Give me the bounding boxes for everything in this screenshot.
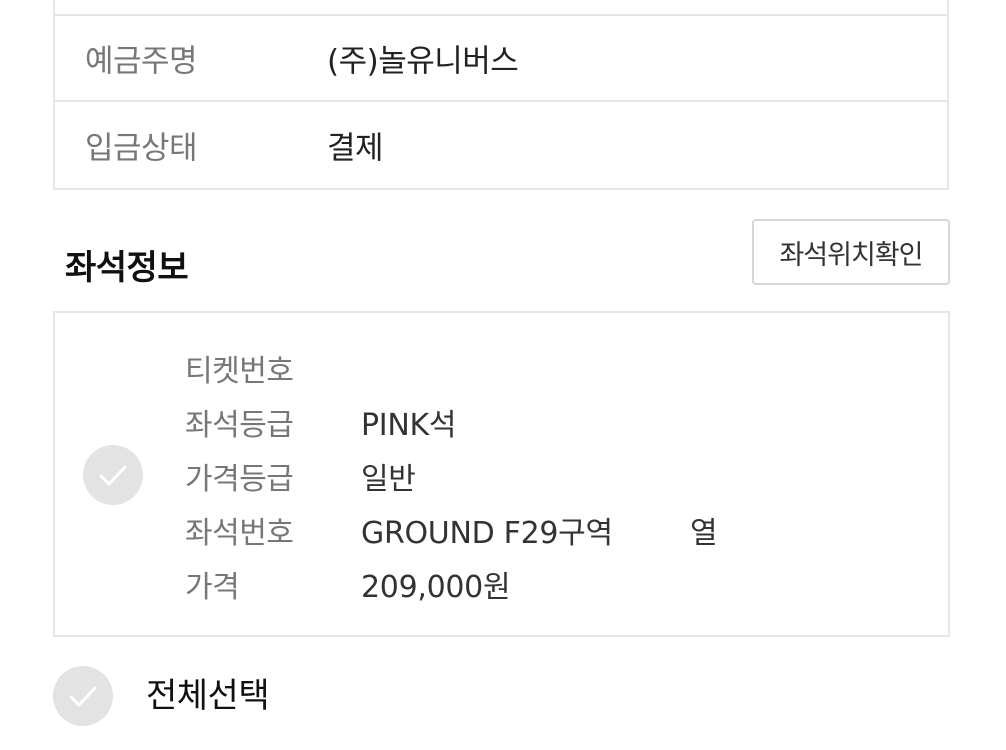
seat-grade-row: 좌석등급 PINK석 [185,400,885,443]
price-grade-row: 가격등급 일반 [185,454,885,497]
price-grade-label: 가격등급 [185,462,294,497]
payment-row-account-holder: 예금주명 (주)놀유니버스 [55,14,947,102]
ticket-number-row: 티켓번호 [185,346,885,389]
seat-grade-label: 좌석등급 [185,408,294,443]
select-all-label[interactable]: 전체선택 [146,668,270,717]
seat-location-button[interactable]: 좌석위치확인 [752,219,950,285]
seat-info-title: 좌석정보 [65,248,189,288]
price-row: 가격 209,000원 [185,562,885,605]
ticket-number-label: 티켓번호 [185,354,294,389]
payment-info-box: 예금주명 (주)놀유니버스 입금상태 결제 [53,0,949,190]
ticket-checkbox[interactable] [83,445,143,505]
seat-grade-value: PINK석 [361,408,457,443]
seat-number-row: 좌석번호 GROUND F29구역 열 [185,508,885,551]
check-icon [69,686,97,707]
page: 예금주명 (주)놀유니버스 입금상태 결제 좌석정보 좌석위치확인 티켓번호 좌… [0,0,1006,750]
deposit-status-value: 결제 [327,130,384,167]
account-holder-value: (주)놀유니버스 [327,43,519,80]
seat-number-value: GROUND F29구역 [361,516,613,551]
ticket-card: 티켓번호 좌석등급 PINK석 가격등급 일반 좌석번호 GROUND F29구… [53,311,950,637]
price-value: 209,000원 [361,570,511,605]
select-all-checkbox[interactable] [53,666,113,726]
price-label: 가격 [185,570,240,605]
price-grade-value: 일반 [361,462,416,497]
seat-row-suffix: 열 [690,516,718,551]
check-icon [99,465,127,486]
account-holder-label: 예금주명 [85,43,198,80]
seat-number-label: 좌석번호 [185,516,294,551]
deposit-status-label: 입금상태 [85,130,198,167]
payment-row-deposit-status: 입금상태 결제 [55,102,947,188]
